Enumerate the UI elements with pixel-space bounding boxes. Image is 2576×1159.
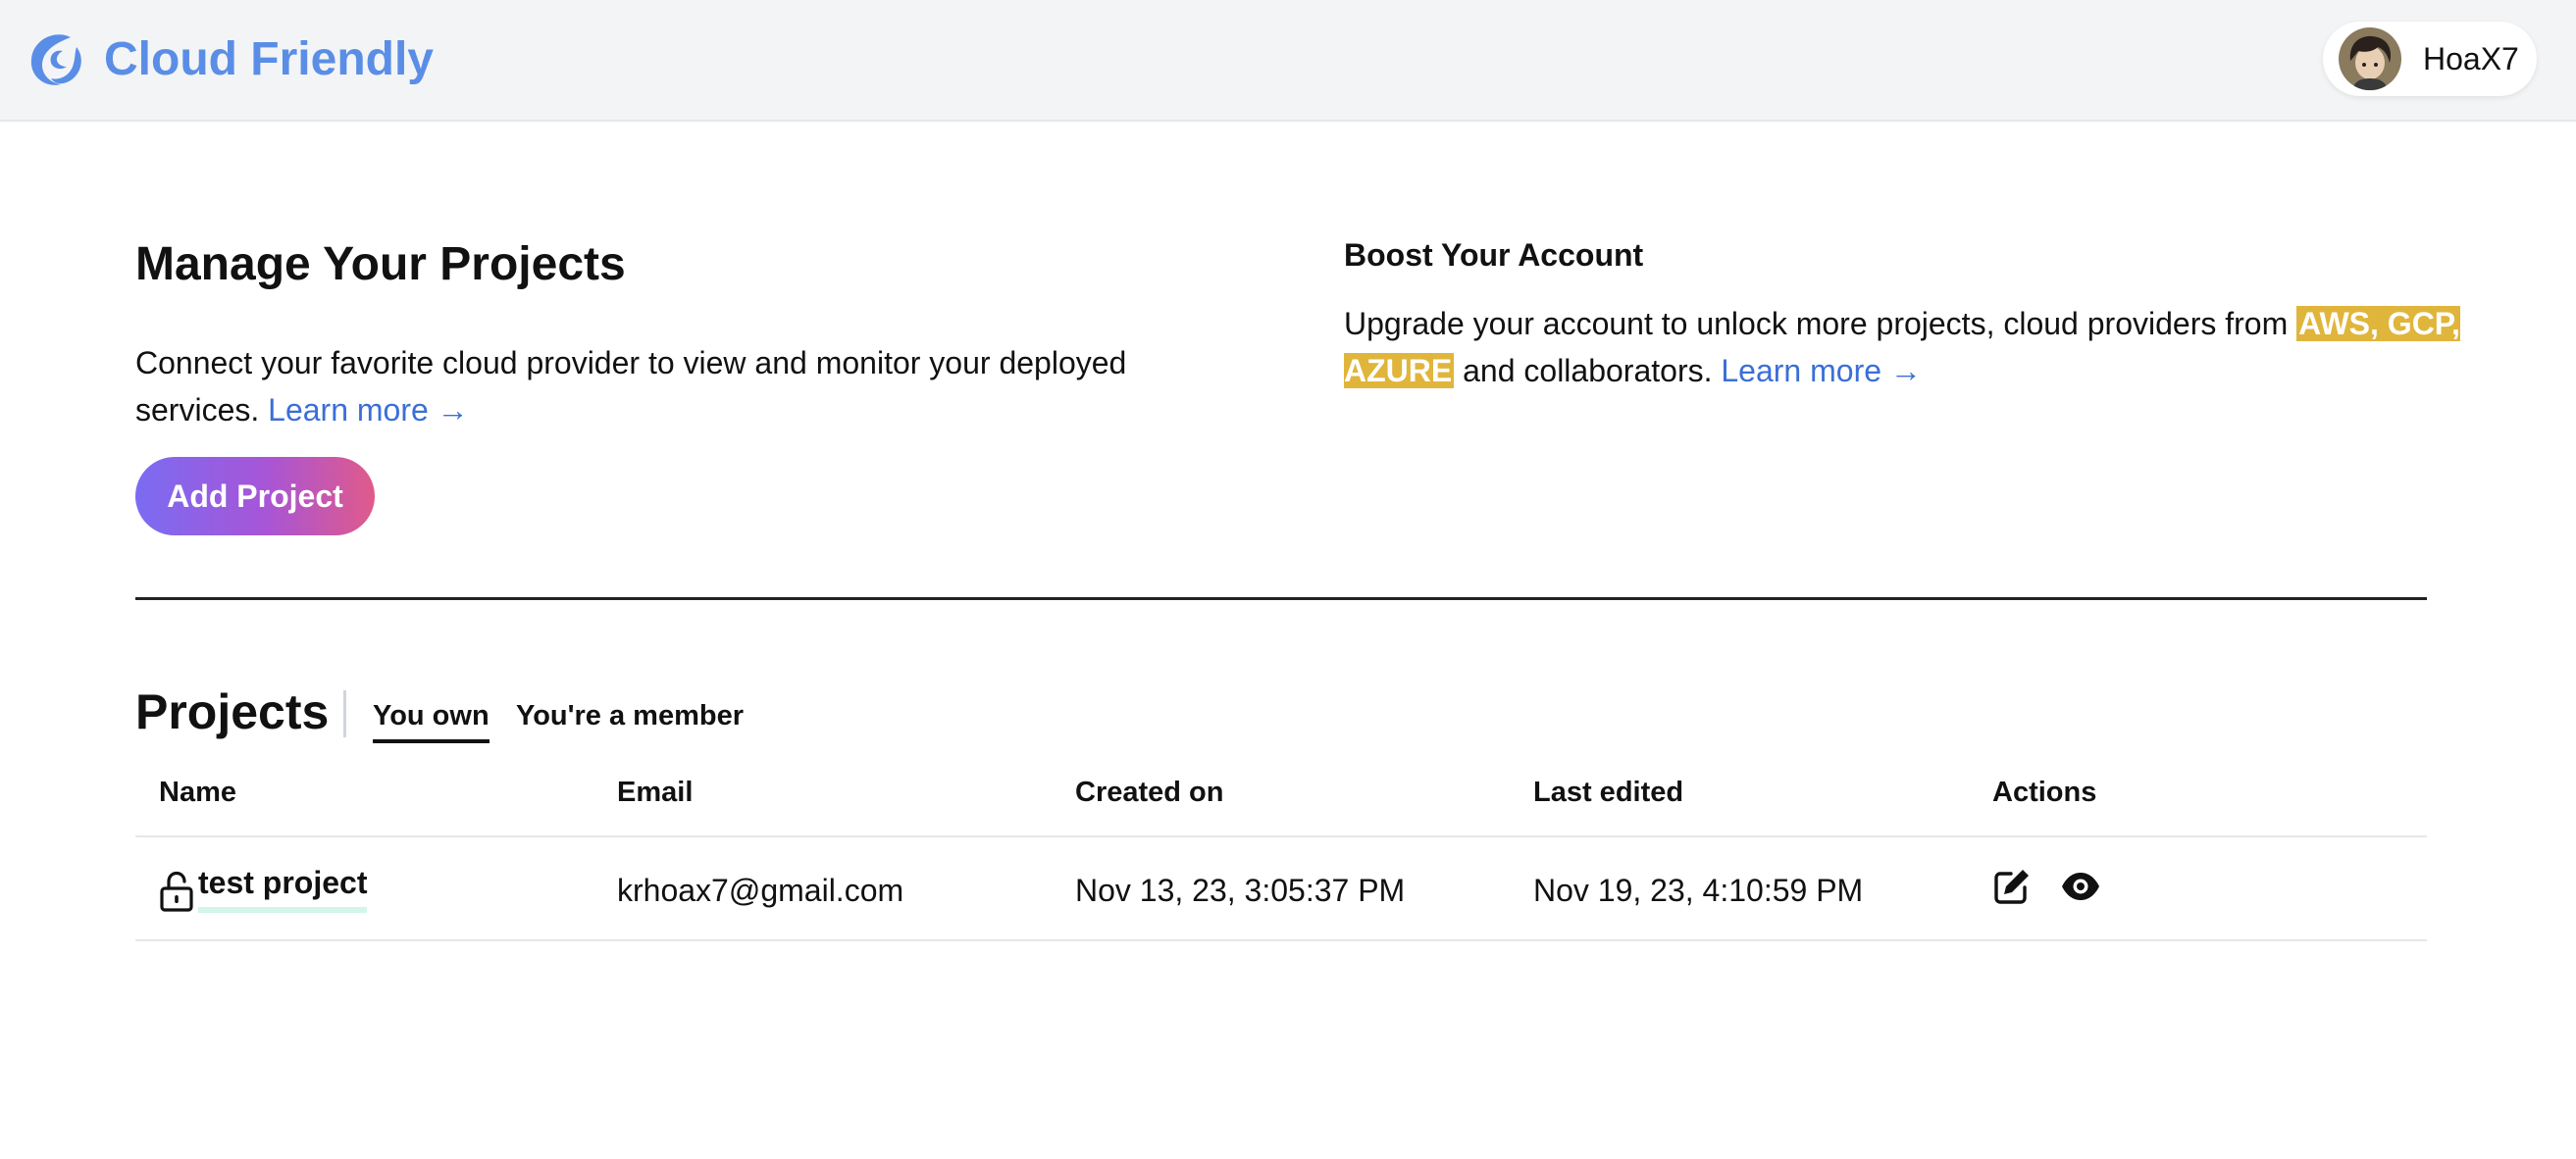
intro-description: Connect your favorite cloud provider to … — [135, 339, 1195, 433]
column-header-last-edited: Last edited — [1533, 777, 1684, 808]
tab-separator — [343, 690, 346, 737]
brand-name: Cloud Friendly — [104, 32, 434, 85]
project-name-link[interactable]: test project — [198, 865, 368, 913]
lock-icon — [160, 871, 193, 912]
project-name-cell: test project — [159, 865, 368, 913]
project-email: krhoax7@gmail.com — [617, 873, 904, 908]
intro-learn-more-link[interactable]: Learn more → — [268, 392, 469, 428]
add-project-button[interactable]: Add Project — [135, 457, 375, 535]
edit-project-button[interactable] — [1992, 867, 2032, 906]
cloud-swirl-logo-icon — [30, 34, 81, 85]
table-header: Name Email Created on Last edited Action… — [135, 763, 2427, 837]
row-actions — [1992, 867, 2100, 906]
boost-description: Upgrade your account to unlock more proj… — [1344, 300, 2462, 394]
projects-title: Projects — [135, 684, 330, 739]
boost-description-text: Upgrade your account to unlock more proj… — [1344, 306, 2289, 341]
top-navbar: Cloud Friendly HoaX7 — [0, 0, 2576, 122]
column-header-email: Email — [617, 777, 694, 808]
user-menu-button[interactable]: HoaX7 — [2323, 22, 2537, 96]
table-row: test project krhoax7@gmail.com Nov 13, 2… — [135, 837, 2427, 941]
boost-description-tail: and collaborators. — [1463, 353, 1713, 388]
boost-learn-more-link[interactable]: Learn more → — [1721, 353, 1922, 388]
boost-title: Boost Your Account — [1344, 237, 1644, 273]
avatar — [2339, 27, 2401, 90]
user-name: HoaX7 — [2423, 40, 2519, 76]
column-header-created-on: Created on — [1075, 777, 1224, 808]
edit-icon — [1994, 870, 2029, 904]
brand-home-link[interactable]: Cloud Friendly — [26, 26, 434, 91]
tab-youre-a-member[interactable]: You're a member — [516, 698, 744, 733]
project-last-edited: Nov 19, 23, 4:10:59 PM — [1533, 873, 1864, 908]
column-header-name: Name — [159, 777, 236, 808]
column-header-actions: Actions — [1992, 777, 2097, 808]
view-project-button[interactable] — [2061, 872, 2100, 901]
page-title: Manage Your Projects — [135, 238, 626, 290]
eye-icon — [2062, 873, 2099, 900]
section-divider — [135, 597, 2427, 600]
tab-you-own[interactable]: You own — [373, 698, 489, 743]
projects-table: Name Email Created on Last edited Action… — [135, 763, 2427, 941]
project-created-on: Nov 13, 23, 3:05:37 PM — [1075, 873, 1406, 908]
user-avatar-icon — [2339, 27, 2401, 90]
